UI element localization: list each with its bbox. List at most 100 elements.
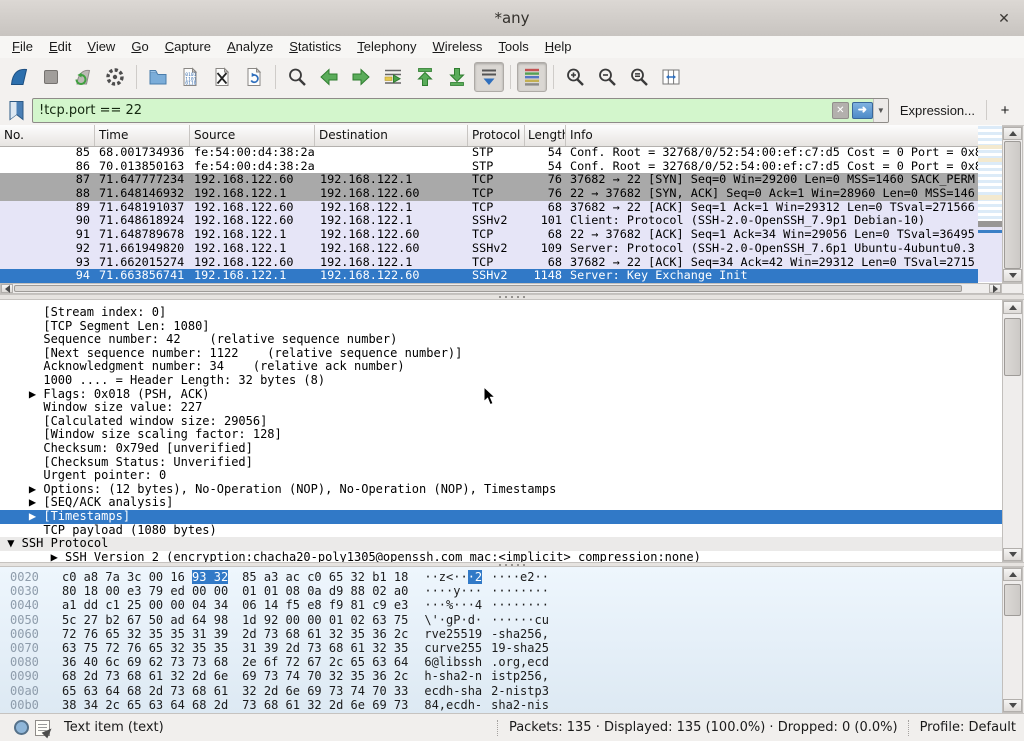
- detail-tree-item[interactable]: ▶ [SEQ/ACK analysis]: [0, 496, 1002, 510]
- detail-tree-item[interactable]: ▶ SSH Version 2 (encryption:chacha20-pol…: [0, 551, 1002, 562]
- detail-tree-item[interactable]: [Calculated window size: 29056]: [0, 415, 1002, 429]
- detail-tree-item[interactable]: [Stream index: 0]: [0, 306, 1002, 320]
- detail-tree-item[interactable]: Checksum: 0x79ed [unverified]: [0, 442, 1002, 456]
- scroll-down-icon[interactable]: [1003, 548, 1022, 561]
- scroll-down-icon[interactable]: [1003, 699, 1022, 712]
- packet-row[interactable]: 93 71.662015274 192.168.122.60 192.168.1…: [0, 256, 978, 270]
- detail-tree-item[interactable]: ▶ [Timestamps]: [0, 510, 1002, 524]
- stop-capture-button[interactable]: [36, 62, 66, 92]
- filter-clear-button[interactable]: ✕: [832, 102, 849, 119]
- hex-row[interactable]: 0070 63 75 72 76 65 32 35 35 31 39 2d 73…: [0, 641, 1002, 655]
- menu-item[interactable]: Tools: [490, 36, 536, 58]
- restart-capture-button[interactable]: [68, 62, 98, 92]
- filter-dropdown-icon[interactable]: ▼: [873, 99, 888, 122]
- hex-row[interactable]: 0040 a1 dd c1 25 00 00 04 34 06 14 f5 e8…: [0, 598, 1002, 612]
- zoom-out-button[interactable]: [592, 62, 622, 92]
- find-packet-button[interactable]: [282, 62, 312, 92]
- close-icon[interactable]: ✕: [994, 8, 1014, 28]
- scroll-up-icon[interactable]: [1003, 568, 1022, 581]
- expression-button[interactable]: Expression...: [896, 103, 979, 118]
- add-filter-button[interactable]: +: [994, 101, 1016, 120]
- capture-options-button[interactable]: [100, 62, 130, 92]
- zoom-in-button[interactable]: [560, 62, 590, 92]
- menu-item[interactable]: Analyze: [219, 36, 281, 58]
- packet-row[interactable]: 94 71.663856741 192.168.122.1 192.168.12…: [0, 269, 978, 283]
- start-capture-button[interactable]: [4, 62, 34, 92]
- detail-tree-item[interactable]: [TCP Segment Len: 1080]: [0, 320, 1002, 334]
- menu-item[interactable]: View: [79, 36, 123, 58]
- column-header-protocol[interactable]: Protocol: [468, 125, 525, 146]
- packet-row[interactable]: 90 71.648618924 192.168.122.60 192.168.1…: [0, 214, 978, 228]
- menu-item[interactable]: Capture: [157, 36, 219, 58]
- packet-list-hscrollbar[interactable]: [0, 283, 1002, 294]
- menu-item[interactable]: File: [4, 36, 41, 58]
- go-to-bottom-button[interactable]: [442, 62, 472, 92]
- hex-row[interactable]: 0050 5c 27 b2 67 50 ad 64 98 1d 92 00 00…: [0, 613, 1002, 627]
- hex-row[interactable]: 0080 36 40 6c 69 62 73 73 68 2e 6f 72 67…: [0, 655, 1002, 669]
- column-header-destination[interactable]: Destination: [315, 125, 468, 146]
- scroll-thumb[interactable]: [1004, 584, 1021, 616]
- scroll-thumb[interactable]: [14, 285, 962, 292]
- packet-row[interactable]: 87 71.647777234 192.168.122.60 192.168.1…: [0, 173, 978, 187]
- scroll-up-icon[interactable]: [1003, 301, 1022, 314]
- scroll-thumb[interactable]: [1004, 318, 1021, 376]
- scroll-up-icon[interactable]: [1003, 127, 1022, 140]
- hex-row[interactable]: 00b0 38 34 2c 65 63 64 68 2d 73 68 61 32…: [0, 698, 1002, 712]
- packet-minimap[interactable]: [978, 126, 1002, 282]
- go-to-top-button[interactable]: [410, 62, 440, 92]
- detail-tree-item[interactable]: [Next sequence number: 1122 (relative se…: [0, 347, 1002, 361]
- column-header-source[interactable]: Source: [190, 125, 315, 146]
- go-back-button[interactable]: [314, 62, 344, 92]
- detail-tree-item[interactable]: 1000 .... = Header Length: 32 bytes (8): [0, 374, 1002, 388]
- detail-tree-item[interactable]: Window size value: 227: [0, 401, 1002, 415]
- title-bar[interactable]: *any ✕: [0, 0, 1024, 37]
- scroll-down-icon[interactable]: [1003, 269, 1022, 282]
- detail-tree-item[interactable]: Urgent pointer: 0: [0, 469, 1002, 483]
- go-to-packet-button[interactable]: [378, 62, 408, 92]
- hex-vscrollbar[interactable]: [1002, 567, 1023, 713]
- colorize-button[interactable]: [517, 62, 547, 92]
- packet-row[interactable]: 91 71.648789678 192.168.122.1 192.168.12…: [0, 228, 978, 242]
- menu-item[interactable]: Wireless: [425, 36, 491, 58]
- packet-row[interactable]: 85 68.001734936 fe:54:00:d4:38:2a STP 54…: [0, 146, 978, 160]
- column-header-length[interactable]: Length: [525, 125, 566, 146]
- expert-info-icon[interactable]: [14, 720, 29, 735]
- menu-item[interactable]: Telephony: [349, 36, 424, 58]
- hex-row[interactable]: 0020 c0 a8 7a 3c 00 16 93 32 85 a3 ac c0…: [0, 570, 1002, 584]
- packet-row[interactable]: 86 70.013850163 fe:54:00:d4:38:2a STP 54…: [0, 160, 978, 174]
- hex-row[interactable]: 0090 68 2d 73 68 61 32 2d 6e 69 73 74 70…: [0, 669, 1002, 683]
- menu-item[interactable]: Statistics: [281, 36, 349, 58]
- scroll-thumb[interactable]: [1004, 141, 1021, 269]
- hex-row[interactable]: 0030 80 18 00 e3 79 ed 00 00 01 01 08 0a…: [0, 584, 1002, 598]
- capture-comment-icon[interactable]: [35, 720, 50, 736]
- packet-list-vscrollbar[interactable]: [1002, 126, 1023, 283]
- reload-file-button[interactable]: [239, 62, 269, 92]
- close-file-button[interactable]: [207, 62, 237, 92]
- column-header-info[interactable]: Info: [566, 125, 1002, 146]
- save-file-button[interactable]: 010111010110: [175, 62, 205, 92]
- detail-tree-item[interactable]: [Checksum Status: Unverified]: [0, 456, 1002, 470]
- detail-tree-item[interactable]: ▶ Flags: 0x018 (PSH, ACK): [0, 388, 1002, 402]
- detail-tree-item[interactable]: Sequence number: 42 (relative sequence n…: [0, 333, 1002, 347]
- detail-tree-item[interactable]: ▼ SSH Protocol: [0, 537, 1002, 551]
- details-vscrollbar[interactable]: [1002, 300, 1023, 562]
- detail-tree-item[interactable]: [Window size scaling factor: 128]: [0, 428, 1002, 442]
- column-header-no[interactable]: No.: [0, 125, 95, 146]
- menu-item[interactable]: Go: [123, 36, 156, 58]
- detail-tree-item[interactable]: Acknowledgment number: 34 (relative ack …: [0, 360, 1002, 374]
- auto-scroll-button[interactable]: [474, 62, 504, 92]
- column-header-time[interactable]: Time: [95, 125, 190, 146]
- filter-apply-button[interactable]: ➜: [852, 102, 873, 119]
- hex-row[interactable]: 0060 72 76 65 32 35 35 31 39 2d 73 68 61…: [0, 627, 1002, 641]
- menu-item[interactable]: Edit: [41, 36, 79, 58]
- packet-row[interactable]: 92 71.661949820 192.168.122.1 192.168.12…: [0, 242, 978, 256]
- go-forward-button[interactable]: [346, 62, 376, 92]
- bookmark-icon[interactable]: [8, 100, 25, 121]
- packet-row[interactable]: 89 71.648191037 192.168.122.60 192.168.1…: [0, 201, 978, 215]
- display-filter-input[interactable]: [33, 99, 832, 122]
- scroll-left-icon[interactable]: [1, 284, 13, 293]
- hex-row[interactable]: 00a0 65 63 64 68 2d 73 68 61 32 2d 6e 69…: [0, 684, 1002, 698]
- packet-row[interactable]: 88 71.648146932 192.168.122.1 192.168.12…: [0, 187, 978, 201]
- detail-tree-item[interactable]: ▶ Options: (12 bytes), No-Operation (NOP…: [0, 483, 1002, 497]
- resize-columns-button[interactable]: [656, 62, 686, 92]
